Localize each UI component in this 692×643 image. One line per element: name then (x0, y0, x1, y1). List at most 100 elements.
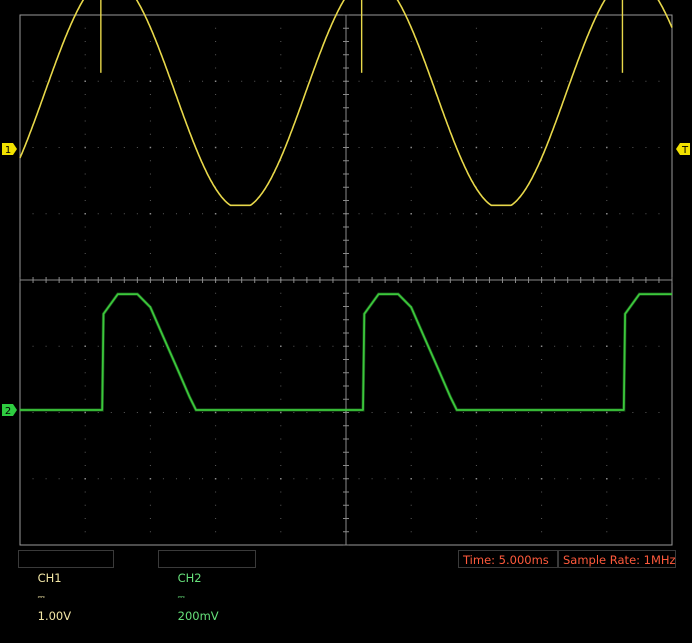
grid-minor-dot (280, 451, 282, 453)
grid-minor-dot (541, 173, 543, 175)
grid-minor-dot (97, 213, 99, 215)
grid-minor-dot (371, 412, 373, 413)
grid-minor-dot (515, 147, 517, 148)
grid-minor-dot (215, 200, 217, 201)
grid-minor-dot (541, 133, 543, 135)
grid-minor-dot (358, 345, 360, 347)
grid-minor-dot (501, 147, 503, 148)
grid-dot (84, 478, 86, 480)
grid-minor-dot (606, 425, 608, 427)
grid-minor-dot (462, 478, 464, 480)
grid-minor-dot (254, 213, 256, 215)
ch2-scale-readout[interactable]: CH2 ⎓ 200mV (158, 550, 256, 623)
grid-minor-dot (228, 412, 230, 413)
grid-minor-dot (606, 200, 608, 201)
grid-minor-dot (619, 80, 621, 82)
grid-minor-dot (241, 345, 243, 347)
grid-minor-dot (632, 80, 634, 82)
grid-minor-dot (606, 504, 608, 506)
grid-minor-dot (423, 147, 425, 148)
grid-minor-dot (32, 147, 34, 148)
grid-minor-dot (280, 491, 282, 493)
grid-minor-dot (84, 266, 86, 268)
grid-minor-dot (554, 213, 556, 215)
grid-minor-dot (280, 239, 282, 241)
grid-minor-dot (645, 147, 647, 148)
grid-minor-dot (84, 292, 86, 294)
grid-minor-dot (501, 345, 503, 347)
grid-minor-dot (658, 345, 660, 347)
grid-minor-dot (84, 451, 86, 453)
grid-dot (149, 80, 152, 82)
grid-minor-dot (332, 412, 334, 413)
grid-minor-dot (475, 425, 477, 427)
grid-minor-dot (606, 120, 608, 122)
grid-minor-dot (84, 504, 86, 506)
grid-minor-dot (149, 491, 151, 493)
grid-minor-dot (84, 465, 86, 466)
grid-minor-dot (306, 147, 308, 148)
grid-minor-dot (645, 345, 647, 347)
grid-minor-dot (488, 80, 490, 82)
grid-minor-dot (162, 345, 164, 347)
grid-minor-dot (606, 107, 608, 109)
grid-minor-dot (280, 186, 282, 188)
grid-minor-dot (488, 147, 490, 148)
ch1-name: CH1 (37, 571, 62, 585)
sample-rate-readout[interactable]: Sample Rate: 1MHz (558, 550, 676, 568)
grid-minor-dot (593, 80, 595, 82)
grid-dot (84, 146, 86, 149)
grid-minor-dot (606, 306, 608, 307)
timebase-readout[interactable]: Time: 5.000ms (458, 550, 558, 568)
grid-minor-dot (241, 412, 243, 413)
grid-dot (214, 213, 217, 215)
grid-minor-dot (567, 412, 569, 413)
grid-minor-dot (475, 94, 477, 95)
grid-minor-dot (541, 253, 543, 254)
grid-minor-dot (215, 438, 217, 440)
grid-minor-dot (541, 266, 543, 268)
grid-minor-dot (162, 412, 164, 413)
grid-minor-dot (149, 451, 151, 453)
grid-minor-dot (606, 518, 608, 519)
ch1-scale-readout[interactable]: CH1 ⎓ 1.00V (18, 550, 114, 623)
grid-minor-dot (149, 465, 151, 466)
grid-minor-dot (58, 80, 60, 82)
grid-minor-dot (84, 186, 86, 188)
grid-minor-dot (567, 80, 569, 82)
grid-minor-dot (136, 478, 138, 480)
grid-minor-dot (632, 213, 634, 215)
grid-minor-dot (515, 213, 517, 215)
grid-dot (540, 80, 543, 82)
grid-minor-dot (410, 120, 412, 122)
grid-minor-dot (606, 226, 608, 228)
grid-minor-dot (423, 213, 425, 215)
grid-dot (84, 80, 86, 82)
grid-minor-dot (554, 80, 556, 82)
grid-dot (214, 478, 217, 480)
grid-minor-dot (475, 107, 477, 109)
grid-dot (606, 80, 608, 82)
grid-minor-dot (58, 412, 60, 413)
grid-minor-dot (215, 491, 217, 493)
grid-minor-dot (475, 266, 477, 268)
grid-minor-dot (280, 133, 282, 135)
grid-minor-dot (606, 451, 608, 453)
grid-minor-dot (475, 41, 477, 42)
grid-minor-dot (423, 478, 425, 480)
grid-minor-dot (215, 425, 217, 427)
grid-minor-dot (97, 412, 99, 413)
grid-minor-dot (554, 412, 556, 413)
grid-minor-dot (397, 147, 399, 148)
grid-minor-dot (658, 213, 660, 215)
grid-minor-dot (449, 412, 451, 413)
grid-minor-dot (84, 54, 86, 56)
grid-minor-dot (280, 531, 282, 533)
grid-minor-dot (606, 253, 608, 254)
grid-dot (540, 213, 543, 215)
grid-minor-dot (410, 107, 412, 109)
grid-minor-dot (475, 54, 477, 56)
grid-minor-dot (449, 213, 451, 215)
grid-minor-dot (280, 54, 282, 56)
grid-minor-dot (71, 345, 73, 347)
